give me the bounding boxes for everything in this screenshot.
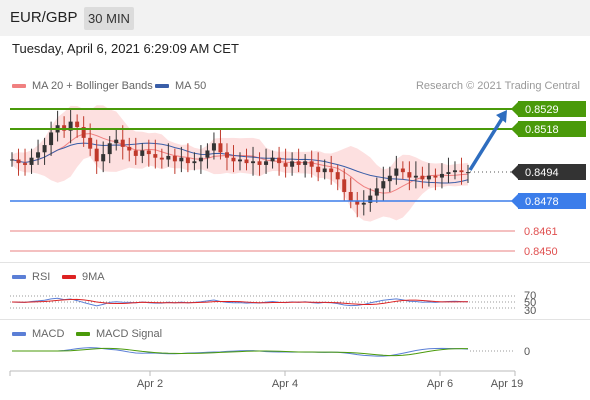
candle-body (127, 146, 132, 151)
svg-text:0.8518: 0.8518 (525, 124, 559, 136)
macd-signal-line (12, 347, 469, 357)
candle-body (10, 159, 14, 161)
level-tag-0.8494: 0.8494 (511, 164, 586, 180)
candle-body (75, 121, 80, 128)
rsi-30-label: 30 (524, 305, 536, 317)
candle-body (439, 173, 444, 178)
candle-body (120, 139, 125, 147)
candle-body (29, 157, 34, 165)
candle-body (205, 150, 210, 158)
candle-body (374, 188, 379, 196)
candle-body (413, 175, 418, 178)
candle-body (381, 181, 386, 189)
candle-body (101, 154, 106, 162)
candle-body (420, 175, 425, 180)
candle-body (466, 172, 470, 174)
candle-body (303, 161, 308, 165)
candle-body (198, 157, 203, 162)
candle-body (159, 157, 164, 160)
candle-body (218, 143, 223, 153)
candle-body (133, 150, 138, 156)
level-label-0.8461: 0.8461 (524, 226, 558, 238)
candle-body (153, 154, 158, 158)
candle-body (407, 172, 412, 178)
candle-body (446, 172, 451, 174)
candle-body (277, 157, 282, 164)
forecast-arrow (468, 116, 505, 171)
chart-svg: 0.8529 0.8518 0.8494 0.8478 0.8461 0.845… (9, 101, 586, 390)
candle-body (94, 148, 99, 162)
x-label-apr19: Apr 19 (491, 378, 523, 390)
candle-body (146, 150, 151, 155)
candle-body (296, 161, 301, 165)
candle-body (400, 168, 405, 173)
candle-body (257, 161, 262, 165)
candle-body (23, 163, 28, 165)
candle-body (231, 157, 236, 162)
candle-body (361, 202, 366, 205)
candle-body (224, 152, 229, 158)
candle-body (244, 159, 249, 164)
candle-body (192, 161, 197, 164)
candle-body (452, 170, 457, 173)
candle-body (238, 159, 242, 162)
x-label-apr6: Apr 6 (427, 378, 453, 390)
candle-body (394, 168, 399, 176)
candle-body (309, 161, 314, 167)
candle-body (335, 172, 340, 180)
svg-text:0.8529: 0.8529 (525, 104, 559, 116)
candle-body (322, 168, 327, 173)
candle-body (166, 155, 171, 160)
candle-body (342, 179, 347, 192)
candle-body (283, 163, 288, 167)
candle-body (107, 143, 112, 155)
candle-body (172, 155, 177, 162)
candle-body (49, 132, 54, 146)
candle-body (36, 152, 41, 158)
level-tag-0.8518: 0.8518 (511, 121, 586, 137)
candle-body (348, 191, 353, 201)
candle-body (290, 161, 295, 167)
candle-body (140, 150, 145, 156)
x-label-apr2: Apr 2 (137, 378, 163, 390)
candle-body (270, 157, 275, 162)
level-tag-0.8478: 0.8478 (511, 193, 586, 209)
level-tag-0.8529: 0.8529 (511, 101, 586, 117)
candle-body (211, 143, 216, 151)
svg-text:0.8494: 0.8494 (525, 167, 559, 179)
candle-body (16, 159, 21, 164)
candle-body (387, 175, 392, 182)
macd-zero-label: 0 (524, 346, 530, 358)
x-label-apr4: Apr 4 (272, 378, 298, 390)
candle-body (459, 170, 464, 173)
candle-body (185, 157, 190, 164)
candle-body (433, 175, 438, 178)
candle-body (264, 161, 269, 165)
candle-body (316, 166, 321, 173)
candle-body (42, 145, 47, 153)
candle-body (426, 175, 431, 180)
candle-body (329, 168, 334, 173)
level-label-0.8450: 0.8450 (524, 246, 558, 258)
candle-body (88, 137, 93, 149)
svg-text:0.8478: 0.8478 (525, 196, 559, 208)
candle-body (114, 139, 119, 144)
candle-body (251, 161, 256, 164)
candle-body (179, 157, 184, 162)
